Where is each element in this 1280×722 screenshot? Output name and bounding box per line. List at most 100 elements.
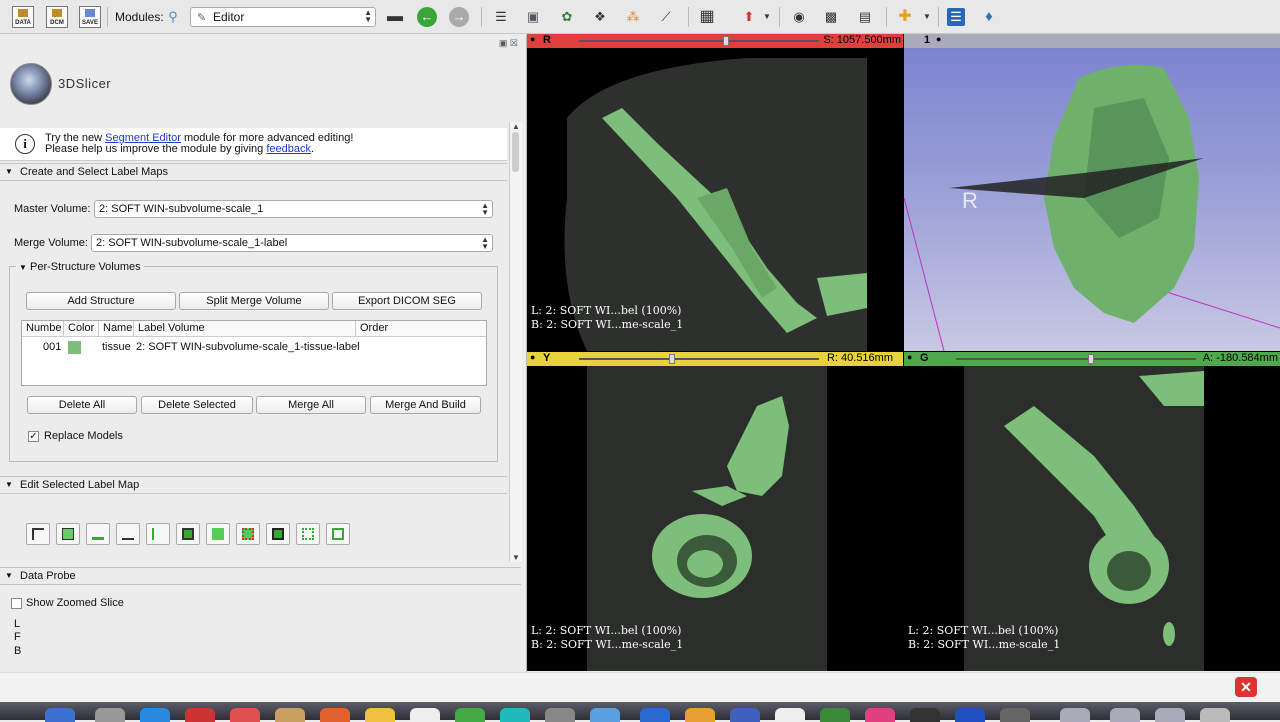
delete-selected-button[interactable]: Delete Selected bbox=[141, 396, 253, 414]
col-number[interactable]: Numbe bbox=[22, 321, 64, 337]
extension-manager-icon[interactable]: ☰ bbox=[947, 8, 965, 26]
markup-icon[interactable]: ⁂ bbox=[624, 8, 642, 26]
wand-icon bbox=[152, 528, 164, 540]
red-slider-track[interactable] bbox=[579, 40, 819, 42]
col-color[interactable]: Color bbox=[64, 321, 99, 337]
red-slice-view[interactable]: L: 2: SOFT WI...bel (100%) B: 2: SOFT WI… bbox=[527, 48, 903, 351]
pen-icon bbox=[122, 528, 134, 540]
pin-icon[interactable]: ● bbox=[530, 34, 535, 44]
pin-icon[interactable]: ● bbox=[530, 352, 535, 362]
section-create-label-maps[interactable]: ▼ Create and Select Label Maps bbox=[0, 163, 507, 181]
scroll-down-icon[interactable]: ▼ bbox=[512, 553, 520, 562]
back-button[interactable]: ← bbox=[417, 7, 437, 27]
rectangle-tool[interactable] bbox=[176, 523, 200, 545]
list-icon[interactable]: ☰ bbox=[492, 8, 510, 26]
red-slice-controller[interactable]: ● R S: 1057.500mm bbox=[527, 34, 903, 48]
col-order[interactable]: Order bbox=[356, 321, 486, 337]
pin-icon[interactable]: ● bbox=[907, 352, 912, 362]
feedback-link[interactable]: feedback bbox=[266, 143, 311, 155]
load-data-button[interactable]: DATA bbox=[12, 6, 34, 28]
screenshot-icon[interactable]: ◉ bbox=[790, 8, 808, 26]
split-merge-volume-button[interactable]: Split Merge Volume bbox=[179, 292, 329, 310]
module-history-icon[interactable]: ▬ bbox=[386, 8, 404, 26]
master-volume-label: Master Volume: bbox=[14, 203, 91, 215]
chevron-updown-icon: ▲ ▼ bbox=[364, 8, 372, 24]
green-slice-controller[interactable]: ● G A: -180.584mm bbox=[904, 352, 1280, 366]
col-name[interactable]: Name bbox=[99, 321, 134, 337]
grow-tool[interactable] bbox=[236, 523, 260, 545]
dilate-tool[interactable] bbox=[296, 523, 320, 545]
merge-all-button[interactable]: Merge All bbox=[256, 396, 366, 414]
export-dicom-seg-button[interactable]: Export DICOM SEG bbox=[332, 292, 482, 310]
per-structure-title[interactable]: ▼ Per-Structure Volumes bbox=[16, 261, 144, 273]
chevron-down-icon[interactable]: ▼ bbox=[758, 8, 776, 26]
delete-all-button[interactable]: Delete All bbox=[27, 396, 137, 414]
section-data-probe[interactable]: ▼ Data Probe bbox=[0, 567, 521, 585]
green-slider-knob[interactable] bbox=[1088, 354, 1094, 364]
layout-icon[interactable]: ▦ bbox=[698, 8, 716, 26]
green-view-tag: G bbox=[920, 352, 929, 364]
add-structure-button[interactable]: Add Structure bbox=[26, 292, 176, 310]
cube-icon[interactable]: ▣ bbox=[524, 8, 542, 26]
crosshair-icon[interactable]: ⬆ bbox=[740, 8, 758, 26]
close-icon[interactable]: ☒ bbox=[510, 38, 518, 48]
section-edit-label-map[interactable]: ▼ Edit Selected Label Map bbox=[0, 476, 507, 494]
panel-scrollbar[interactable]: ▲ ▼ bbox=[509, 122, 522, 562]
info-text: Try the new Segment Editor module for mo… bbox=[45, 132, 354, 155]
yellow-slice-controller[interactable]: ● Y R: 40.516mm bbox=[527, 352, 903, 366]
paint-tool[interactable] bbox=[86, 523, 110, 545]
row-label-volume[interactable]: 2: SOFT WIN-subvolume-scale_1-tissue-lab… bbox=[136, 341, 360, 353]
scroll-up-icon[interactable]: ▲ bbox=[512, 122, 520, 131]
merge-volume-select[interactable]: 2: SOFT WIN-subvolume-scale_1-label ▲ ▼ bbox=[91, 234, 493, 252]
grid-icon bbox=[242, 528, 254, 540]
master-volume-select[interactable]: 2: SOFT WIN-subvolume-scale_1 ▲ ▼ bbox=[94, 200, 493, 218]
yellow-slider-track[interactable] bbox=[579, 358, 819, 360]
folder-icon bbox=[18, 9, 28, 17]
toolbar-separator bbox=[688, 7, 689, 27]
change-label-tool[interactable] bbox=[56, 523, 80, 545]
save-button[interactable]: SAVE bbox=[79, 6, 101, 28]
modules-label: Modules: bbox=[115, 10, 164, 24]
threshold-tool[interactable] bbox=[326, 523, 350, 545]
transform-icon[interactable]: ❖ bbox=[591, 8, 609, 26]
erode-tool[interactable] bbox=[266, 523, 290, 545]
chevron-updown-icon: ▲ ▼ bbox=[481, 235, 489, 251]
chevron-down-icon[interactable]: ▼ bbox=[918, 8, 936, 26]
collapse-arrow-icon: ▼ bbox=[19, 263, 27, 272]
load-dicom-button[interactable]: DCM bbox=[46, 6, 68, 28]
forward-button[interactable]: → bbox=[449, 7, 469, 27]
red-slider-knob[interactable] bbox=[723, 36, 729, 46]
threed-view-controller[interactable]: 1 ● bbox=[904, 34, 1280, 48]
default-tool[interactable] bbox=[26, 523, 50, 545]
col-label-volume[interactable]: Label Volume bbox=[134, 321, 356, 337]
yellow-slider-knob[interactable] bbox=[669, 354, 675, 364]
green-slice-view[interactable]: L: 2: SOFT WI...bel (100%) B: 2: SOFT WI… bbox=[904, 366, 1280, 671]
draw-tool[interactable] bbox=[116, 523, 140, 545]
camera-icon[interactable]: ▩ bbox=[822, 8, 840, 26]
row-name[interactable]: tissue bbox=[102, 341, 131, 353]
replace-models-checkbox[interactable]: ✓ bbox=[28, 431, 39, 442]
fill-tool[interactable] bbox=[206, 523, 230, 545]
level-tracing-tool[interactable] bbox=[146, 523, 170, 545]
merge-and-build-button[interactable]: Merge And Build bbox=[370, 396, 481, 414]
row-color-swatch[interactable] bbox=[68, 341, 81, 354]
python-icon[interactable]: ♦ bbox=[980, 8, 998, 26]
float-icon[interactable]: ▣ bbox=[499, 38, 508, 48]
replace-models-label: Replace Models bbox=[44, 430, 123, 442]
pin-icon[interactable]: ● bbox=[936, 34, 941, 44]
yellow-slice-view[interactable]: L: 2: SOFT WI...bel (100%) B: 2: SOFT WI… bbox=[527, 366, 903, 671]
row-number[interactable]: 001 bbox=[43, 341, 61, 353]
search-icon[interactable]: ⚲ bbox=[164, 8, 182, 26]
green-slider-track[interactable] bbox=[956, 358, 1196, 360]
show-zoomed-slice-checkbox[interactable] bbox=[11, 598, 22, 609]
brain-icon[interactable]: ✿ bbox=[558, 8, 576, 26]
scene-view-icon[interactable]: ▤ bbox=[856, 8, 874, 26]
cursor-icon bbox=[32, 528, 44, 540]
scroll-thumb[interactable] bbox=[512, 132, 519, 172]
threed-view[interactable]: R bbox=[904, 48, 1280, 351]
structures-table[interactable]: Numbe Color Name Label Volume Order 001 … bbox=[21, 320, 487, 386]
mouse-mode-icon[interactable]: ✚ bbox=[896, 8, 914, 26]
module-select[interactable]: ✎ Editor ▲ ▼ bbox=[190, 7, 376, 27]
error-log-icon[interactable]: ✕ bbox=[1235, 677, 1257, 697]
ruler-icon[interactable]: ⟋ bbox=[657, 8, 675, 26]
